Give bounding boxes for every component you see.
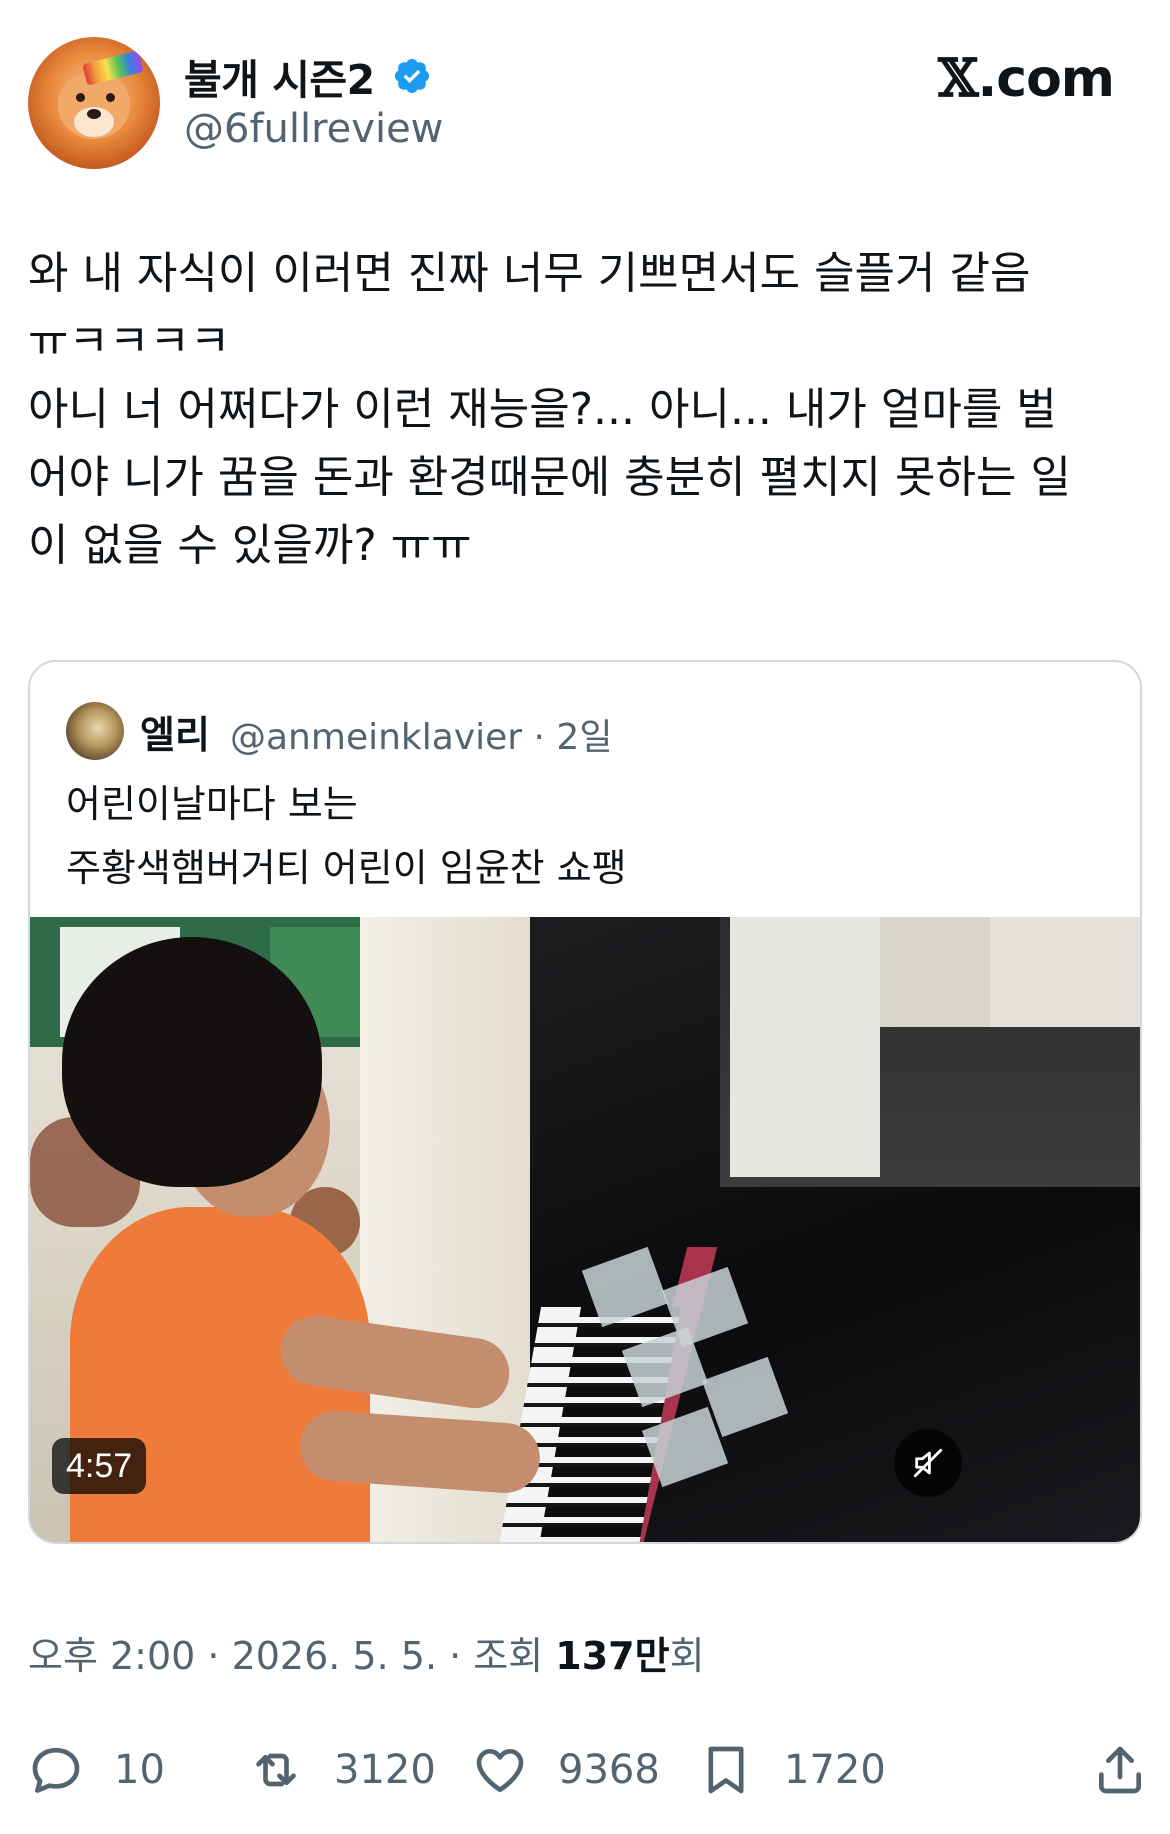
avatar-dog-eye-right xyxy=(106,93,115,102)
quote-author-name[interactable]: 엘리 xyxy=(140,704,210,759)
tweet-header: 불개 시즌2 @6fullreview 𝕏.com xyxy=(0,0,1170,200)
bookmark-icon xyxy=(708,1746,744,1794)
repost-count: 3120 xyxy=(334,1747,436,1793)
tweet-action-bar: 10 3120 9368 1720 xyxy=(0,1730,1170,1810)
x-logo-icon: 𝕏 xyxy=(938,48,978,109)
video-scene-sheet-music xyxy=(730,917,880,1177)
avatar-dog-eye-left xyxy=(76,93,85,102)
speaker-muted-icon xyxy=(913,1448,943,1478)
quote-author-handle-time[interactable]: @anmeinklavier · 2일 xyxy=(230,708,612,760)
mute-toggle-button[interactable] xyxy=(894,1429,962,1497)
avatar-dog-nose xyxy=(87,109,101,119)
x-logo-domain: .com xyxy=(977,49,1115,109)
quoted-tweet[interactable]: 엘리 @anmeinklavier · 2일 어린이날마다 보는 주황색햄버거티… xyxy=(28,660,1142,1544)
like-button[interactable]: 9368 xyxy=(472,1730,660,1810)
author-avatar[interactable] xyxy=(28,37,160,169)
reply-button[interactable]: 10 xyxy=(28,1730,165,1810)
video-scene-wall-paper xyxy=(880,917,990,1027)
video-duration-badge: 4:57 xyxy=(52,1438,147,1494)
author-handle[interactable]: @6fullreview xyxy=(184,106,443,152)
view-count-suffix: 회 xyxy=(669,1634,705,1678)
video-scene-boy-hair xyxy=(62,937,322,1187)
tweet-timestamp[interactable]: 오후 2:00 · 2026. 5. 5. · 조회 xyxy=(28,1634,555,1678)
quote-author-avatar[interactable] xyxy=(66,702,124,760)
quote-text: 어린이날마다 보는 주황색햄버거티 어린이 임윤찬 쇼팽 xyxy=(66,782,627,890)
repost-icon xyxy=(256,1753,296,1787)
author-name[interactable]: 불개 시즌2 xyxy=(184,46,375,106)
heart-icon xyxy=(476,1749,524,1793)
bookmark-button[interactable]: 1720 xyxy=(698,1730,886,1810)
like-count: 9368 xyxy=(558,1747,660,1793)
repost-button[interactable]: 3120 xyxy=(248,1730,436,1810)
tweet-timestamp-views: 오후 2:00 · 2026. 5. 5. · 조회 137만회 xyxy=(28,1625,705,1680)
tweet-text: 와 내 자식이 이러면 진짜 너무 기쁘면서도 슬플거 같음 ㅠㅋㅋㅋㅋ 아니 … xyxy=(28,248,1071,571)
verified-badge-icon xyxy=(394,58,430,94)
reply-icon xyxy=(32,1747,80,1793)
video-player[interactable]: 4:57 xyxy=(30,917,1140,1542)
reply-count: 10 xyxy=(114,1747,165,1793)
bookmark-count: 1720 xyxy=(784,1747,886,1793)
video-scene-wall-paper xyxy=(990,917,1140,1027)
share-button[interactable] xyxy=(1092,1730,1148,1810)
x-com-logo: 𝕏.com xyxy=(938,48,1115,109)
share-icon xyxy=(1099,1746,1141,1794)
view-count: 137만 xyxy=(555,1634,670,1678)
